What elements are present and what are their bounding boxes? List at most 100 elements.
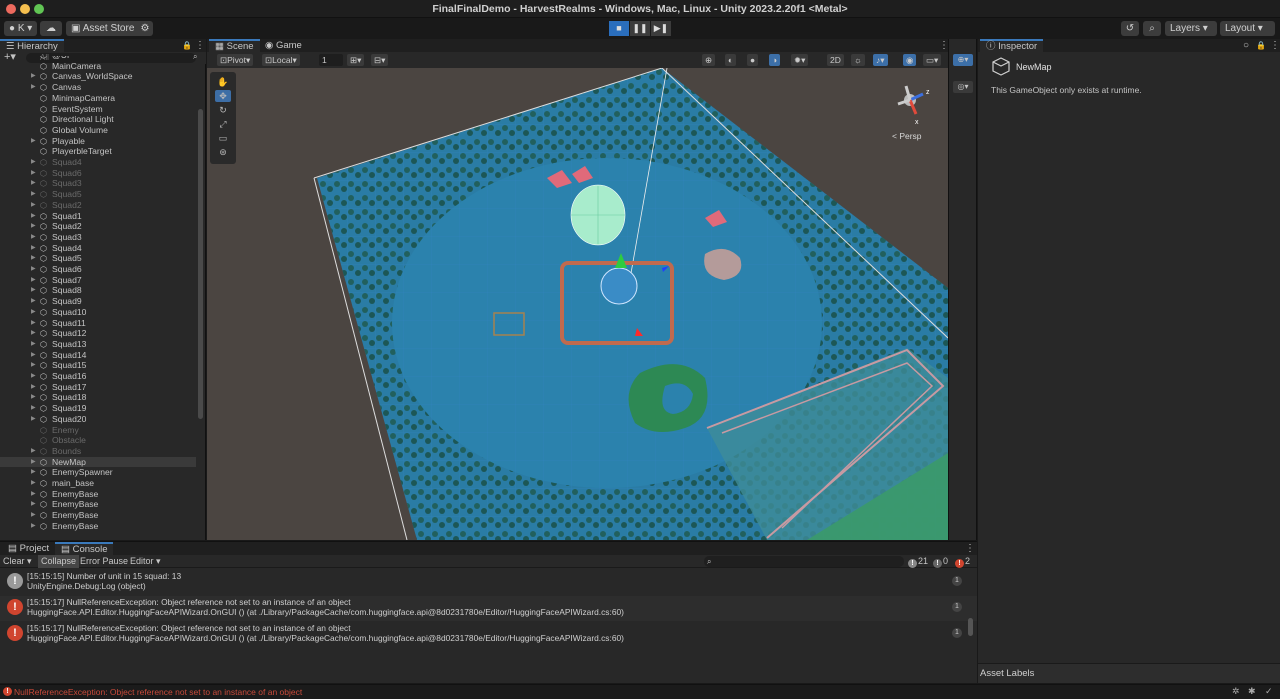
rect-tool-icon[interactable]: ▭ (215, 132, 231, 144)
expand-arrow-icon[interactable]: ▶ (31, 264, 36, 275)
expand-arrow-icon[interactable]: ▶ (31, 457, 36, 468)
expand-arrow-icon[interactable]: ▶ (31, 403, 36, 414)
layout-dropdown[interactable]: Layout ▾ (1220, 21, 1275, 36)
persp-label[interactable]: < Persp (892, 131, 922, 141)
hierarchy-item[interactable]: ▶ ⬡ EnemyBase (0, 499, 196, 510)
tab-inspector[interactable]: ⓘ Inspector (980, 39, 1044, 52)
hierarchy-item[interactable]: ▶ ⬡ Squad16 (0, 371, 196, 382)
hierarchy-item[interactable]: ▶ ⬡ Squad13 (0, 339, 196, 350)
check-icon[interactable]: ✓ (1265, 686, 1273, 697)
local-dropdown[interactable]: ⊡Local▾ (262, 54, 300, 66)
inspector-more-icon[interactable]: ⋮ (1270, 39, 1280, 52)
hierarchy-scrollbar[interactable] (198, 109, 203, 419)
expand-arrow-icon[interactable]: ▶ (31, 339, 36, 350)
move-tool-icon[interactable]: ✥ (215, 90, 231, 102)
hierarchy-item[interactable]: ▶ ⬡ EnemyBase (0, 510, 196, 521)
tab-scene[interactable]: ▦ Scene (209, 39, 260, 52)
status-message[interactable]: NullReferenceException: Object reference… (14, 687, 302, 697)
expand-arrow-icon[interactable]: ▶ (31, 307, 36, 318)
hierarchy-item[interactable]: ▶ ⬡ Squad9 (0, 296, 196, 307)
expand-arrow-icon[interactable]: ▶ (31, 285, 36, 296)
hierarchy-item[interactable]: ⬡ Obstacle (0, 435, 196, 446)
hierarchy-item[interactable]: ⬡ MainCamera (0, 61, 196, 72)
global-gizmo-icon[interactable]: ⊕ (702, 54, 716, 66)
expand-arrow-icon[interactable]: ▶ (31, 371, 36, 382)
search-icon[interactable]: ⌕ (1143, 21, 1161, 36)
expand-arrow-icon[interactable]: ▶ (31, 157, 36, 168)
expand-arrow-icon[interactable]: ▶ (31, 221, 36, 232)
hierarchy-item[interactable]: ⬡ EventSystem (0, 104, 196, 115)
expand-arrow-icon[interactable]: ▶ (31, 521, 36, 532)
editor-dropdown[interactable]: Editor ▾ (127, 555, 164, 568)
lock-icon[interactable]: 🔒 (182, 39, 192, 52)
hierarchy-item[interactable]: ▶ ⬡ Bounds (0, 446, 196, 457)
console-entry[interactable]: ! [15:15:17] NullReferenceException: Obje… (0, 622, 977, 647)
hierarchy-item[interactable]: ▶ ⬡ Squad7 (0, 275, 196, 286)
console-more-icon[interactable]: ⋮ (965, 542, 975, 555)
history-icon[interactable]: ↺ (1121, 21, 1139, 36)
scale-tool-icon[interactable]: ⤢ (215, 118, 231, 130)
hierarchy-item[interactable]: ▶ ⬡ Squad5 (0, 253, 196, 264)
shading-lit-icon[interactable]: ◑ (769, 54, 781, 66)
hierarchy-item[interactable]: ▶ ⬡ Playable (0, 136, 196, 147)
play-button[interactable]: ■ (609, 21, 629, 36)
hand-tool-icon[interactable]: ✋ (215, 76, 231, 88)
inspector-lock-icon[interactable]: 🔒 (1256, 39, 1266, 52)
expand-arrow-icon[interactable]: ▶ (31, 168, 36, 179)
expand-arrow-icon[interactable]: ▶ (31, 382, 36, 393)
hierarchy-item[interactable]: ▶ ⬡ Canvas_WorldSpace (0, 71, 196, 82)
hierarchy-item[interactable]: ▶ ⬡ Squad5 (0, 189, 196, 200)
console-search-input[interactable]: ⌕ (704, 556, 904, 567)
hierarchy-item[interactable]: ▶ ⬡ Squad18 (0, 392, 196, 403)
more-menu-icon[interactable]: ⋮ (195, 39, 205, 52)
expand-arrow-icon[interactable]: ▶ (31, 71, 36, 82)
camera-icon[interactable]: ▭▾ (923, 54, 942, 66)
hierarchy-item[interactable]: ▶ ⬡ Squad20 (0, 414, 196, 425)
hierarchy-item[interactable]: ▶ ⬡ Squad8 (0, 285, 196, 296)
hierarchy-item[interactable]: ▶ ⬡ Canvas (0, 82, 196, 93)
console-entry[interactable]: ! [15:15:17] NullReferenceException: Obje… (0, 596, 977, 621)
hierarchy-item[interactable]: ▶ ⬡ Squad17 (0, 382, 196, 393)
expand-arrow-icon[interactable]: ▶ (31, 510, 36, 521)
expand-arrow-icon[interactable]: ▶ (31, 296, 36, 307)
visibility-icon[interactable]: ◉ (903, 54, 917, 66)
hierarchy-item[interactable]: ⬡ PlayerbleTarget (0, 146, 196, 157)
debug-toggle-icon[interactable]: ○ (1243, 39, 1249, 52)
pivot-dropdown[interactable]: ⊡Pivot▾ (217, 54, 254, 66)
info-count-toggle[interactable]: ! 21 (908, 556, 928, 568)
tab-project[interactable]: ▤ Project (2, 542, 55, 555)
hierarchy-item[interactable]: ⬡ Directional Light (0, 114, 196, 125)
rotate-tool-icon[interactable]: ↻ (215, 104, 231, 116)
expand-arrow-icon[interactable]: ▶ (31, 499, 36, 510)
expand-arrow-icon[interactable]: ▶ (31, 478, 36, 489)
settings-icon[interactable]: ⚙ (137, 21, 153, 36)
expand-arrow-icon[interactable]: ▶ (31, 232, 36, 243)
pause-button[interactable]: ❚❚ (630, 21, 650, 36)
tab-console[interactable]: ▤ Console (55, 542, 114, 555)
expand-arrow-icon[interactable]: ▶ (31, 489, 36, 500)
hierarchy-item[interactable]: ▶ ⬡ EnemySpawner (0, 467, 196, 478)
expand-arrow-icon[interactable]: ▶ (31, 360, 36, 371)
expand-arrow-icon[interactable]: ▶ (31, 467, 36, 478)
expand-arrow-icon[interactable]: ▶ (31, 82, 36, 93)
hierarchy-item[interactable]: ▶ ⬡ Squad14 (0, 350, 196, 361)
hierarchy-item[interactable]: ▶ ⬡ Squad12 (0, 328, 196, 339)
console-scrollbar[interactable] (968, 618, 973, 636)
grid-snap-icon[interactable]: ⊞▾ (347, 54, 365, 66)
hierarchy-item[interactable]: ▶ ⬡ Squad4 (0, 157, 196, 168)
scene-viewport[interactable]: ✋ ✥ ↻ ⤢ ▭ ⊛ z x < Persp (207, 68, 948, 540)
expand-arrow-icon[interactable]: ▶ (31, 136, 36, 147)
hierarchy-list[interactable]: ⬡@UI⬡MainCamera▶⬡Canvas_WorldSpace▶⬡Canv… (0, 56, 196, 538)
expand-arrow-icon[interactable]: ▶ (31, 253, 36, 264)
expand-arrow-icon[interactable]: ▶ (31, 211, 36, 222)
expand-arrow-icon[interactable]: ▶ (31, 243, 36, 254)
asset-labels-bar[interactable]: Asset Labels (978, 663, 1280, 683)
tab-game[interactable]: ◉ Game (259, 39, 308, 52)
progress-icon[interactable]: ✲ (1232, 686, 1240, 697)
mode-2d-toggle[interactable]: 2D (827, 54, 844, 66)
console-entry[interactable]: ! [15:15:15] Number of unit in 15 squad: … (0, 570, 977, 595)
expand-arrow-icon[interactable]: ▶ (31, 178, 36, 189)
hierarchy-item[interactable]: ▶ ⬡ EnemyBase (0, 489, 196, 500)
hierarchy-item[interactable]: ▶ ⬡ Squad11 (0, 318, 196, 329)
expand-arrow-icon[interactable]: ▶ (31, 414, 36, 425)
